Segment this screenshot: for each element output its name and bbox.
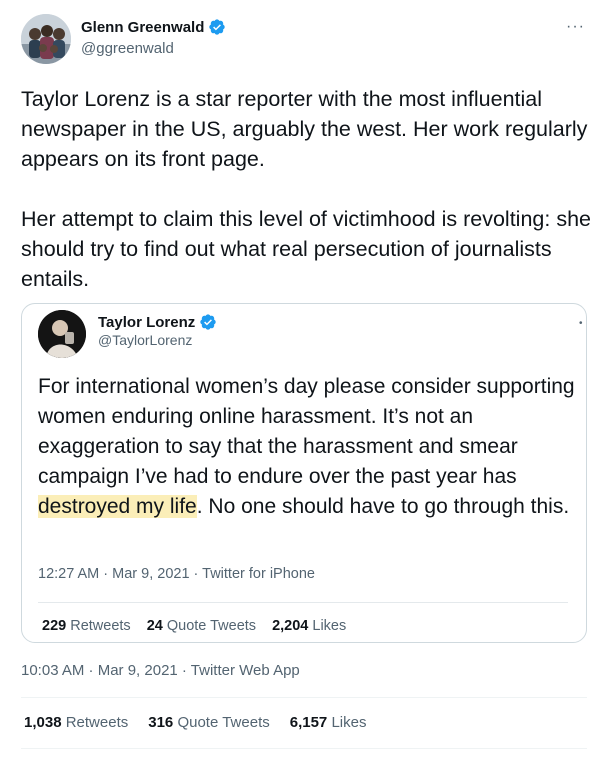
quoted-text-after: . No one should have to go through this. (196, 495, 570, 518)
verified-badge-icon (200, 314, 216, 330)
quoted-text-before: For international women’s day please con… (38, 375, 575, 488)
tweet: Glenn Greenwald @ggreenwald ··· Taylor L… (0, 0, 612, 759)
quoted-author-handle[interactable]: @TaylorLorenz (98, 332, 192, 348)
likes-count: 6,157 (289, 714, 328, 731)
quoted-author-avatar[interactable] (38, 310, 86, 358)
retweets-label: Retweets (65, 714, 129, 731)
likes-stat[interactable]: 6,157 Likes (290, 714, 367, 731)
retweets-count: 1,038 (24, 714, 62, 731)
author-avatar-photo (21, 14, 71, 64)
quoted-retweets-stat[interactable]: 229 Retweets (42, 618, 131, 634)
quoted-name-row[interactable]: Taylor Lorenz (98, 313, 217, 331)
quotes-count: 316 (148, 714, 174, 731)
author-name-row[interactable]: Glenn Greenwald (81, 18, 226, 36)
retweets-stat[interactable]: 1,038 Retweets (24, 714, 128, 731)
quoted-retweets-count: 229 (42, 618, 67, 634)
quoted-author-name[interactable]: Taylor Lorenz (98, 314, 195, 331)
quoted-divider (38, 602, 568, 603)
quotes-stat[interactable]: 316 Quote Tweets (148, 714, 269, 731)
quoted-more-icon[interactable]: • (579, 318, 583, 329)
quoted-tweet-text: For international women’s day please con… (38, 372, 583, 522)
tweet-stats: 1,038 Retweets 316 Quote Tweets 6,157 Li… (24, 714, 366, 731)
quoted-stats: 229 Retweets 24 Quote Tweets 2,204 Likes (42, 618, 346, 634)
author-avatar[interactable] (21, 14, 71, 64)
author-handle[interactable]: @ggreenwald (81, 40, 174, 57)
verified-badge-icon (209, 19, 226, 35)
quoted-likes-count: 2,204 (272, 618, 309, 634)
quoted-timestamp[interactable]: 12:27 AM · Mar 9, 2021 · Twitter for iPh… (38, 566, 315, 582)
stats-divider-bottom (21, 748, 587, 749)
quoted-likes-stat[interactable]: 2,204 Likes (272, 618, 346, 634)
quoted-retweets-label: Retweets (70, 618, 131, 634)
quotes-label: Quote Tweets (177, 714, 270, 731)
quoted-quotes-stat[interactable]: 24 Quote Tweets (147, 618, 256, 634)
quoted-avatar-photo (38, 310, 86, 358)
quoted-text-highlight: destroyed my life (38, 495, 197, 518)
quoted-quotes-label: Quote Tweets (166, 618, 257, 634)
quoted-quotes-count: 24 (146, 618, 163, 634)
more-options-icon[interactable]: ··· (566, 18, 585, 36)
author-name[interactable]: Glenn Greenwald (81, 19, 204, 36)
likes-label: Likes (331, 714, 367, 731)
tweet-timestamp[interactable]: 10:03 AM · Mar 9, 2021 · Twitter Web App (21, 662, 300, 679)
tweet-text: Taylor Lorenz is a star reporter with th… (21, 87, 591, 291)
quoted-likes-label: Likes (312, 618, 347, 634)
quoted-tweet[interactable]: Taylor Lorenz @TaylorLorenz • For intern… (21, 303, 587, 643)
stats-divider-top (21, 697, 587, 698)
